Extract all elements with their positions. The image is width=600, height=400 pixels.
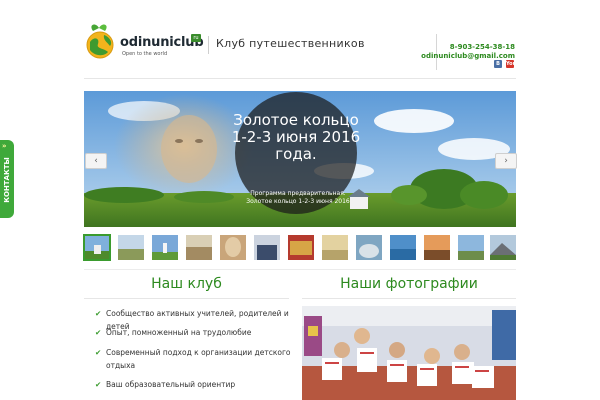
vk-icon[interactable]: В	[494, 60, 502, 68]
slide-thumbnail[interactable]	[322, 235, 348, 260]
our-photos-rule	[302, 298, 516, 299]
slider-prev-button[interactable]: ‹	[85, 153, 107, 169]
slide-thumbnail[interactable]	[458, 235, 484, 260]
slide-thumbnail[interactable]	[220, 235, 246, 260]
slide-thumbnail[interactable]	[424, 235, 450, 260]
slide-thumbnail[interactable]	[254, 235, 280, 260]
logo-tagline: Open to the world	[122, 51, 168, 57]
check-icon: ✔	[95, 380, 102, 389]
our-photos-heading[interactable]: Наши фотографии	[302, 276, 516, 292]
photo-gallery-image[interactable]	[302, 306, 516, 400]
list-item-text: Опыт, помноженный на трудолюбие	[106, 328, 252, 337]
slide-thumbnail[interactable]	[356, 235, 382, 260]
check-icon: ✔	[95, 348, 102, 357]
thumbnail-rule	[84, 269, 516, 270]
our-club-rule	[84, 298, 289, 299]
check-icon: ✔	[95, 328, 102, 337]
phone-number[interactable]: 8-903-254-38-18	[450, 43, 515, 51]
list-item-text: Ваш образовательный ориентир	[106, 380, 236, 389]
site-title: Клуб путешественников	[216, 37, 365, 50]
logo-globe-icon[interactable]	[84, 22, 116, 60]
slider-next-button[interactable]: ›	[495, 153, 517, 169]
slide-thumbnail[interactable]	[490, 235, 516, 260]
our-club-heading: Наш клуб	[151, 276, 222, 292]
list-item-text: Современный подход к организации детског…	[106, 348, 291, 370]
check-icon: ✔	[95, 309, 102, 318]
slide-thumbnail[interactable]	[186, 235, 212, 260]
list-item: ✔ Опыт, помноженный на трудолюбие	[95, 326, 295, 339]
youtube-icon[interactable]: You	[506, 60, 516, 68]
logo-badge: ru	[191, 34, 201, 42]
slide-thumbnail[interactable]	[152, 235, 178, 260]
contacts-tab[interactable]: » КОНТАКТЫ	[0, 140, 14, 218]
list-item: ✔ Современный подход к организации детск…	[95, 346, 295, 372]
slide-thumbnail[interactable]	[288, 235, 314, 260]
slide-subtitle: Программа предварительная. Золотое кольц…	[246, 190, 350, 205]
slide-thumbnail[interactable]	[390, 235, 416, 260]
list-item: ✔ Ваш образовательный ориентир	[95, 378, 295, 391]
slide-thumbnail[interactable]	[83, 234, 111, 261]
header-rule	[84, 78, 516, 79]
email-link[interactable]: odinuniclub@gmail.com	[421, 52, 515, 60]
slide-thumbnail[interactable]	[118, 235, 144, 260]
contacts-tab-label: КОНТАКТЫ	[3, 157, 11, 203]
slide-title: Золотое кольцо 1-2-3 июня 2016 года.	[231, 111, 361, 163]
header-divider	[208, 36, 209, 54]
